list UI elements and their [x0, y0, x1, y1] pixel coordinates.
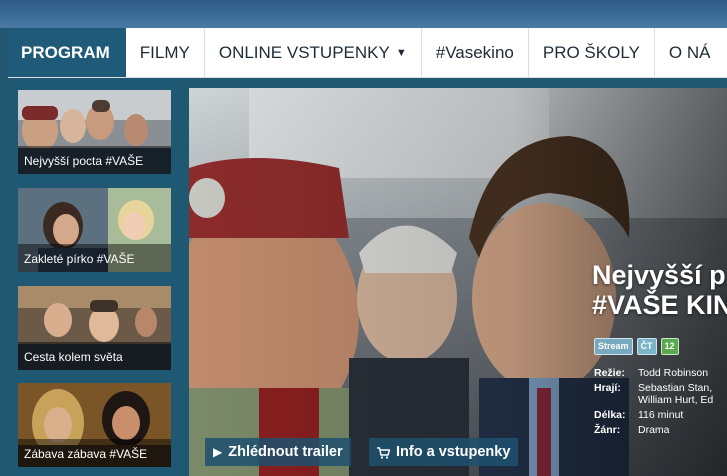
film-title: Cesta kolem světa [24, 350, 123, 364]
nav-item-filmy[interactable]: FILMY [126, 28, 205, 77]
film-thumbnail[interactable]: Nejvyšší pocta #VAŠE [18, 90, 171, 174]
main-nav: PROGRAM FILMY ONLINE VSTUPENKY ▼ #Vasekin… [8, 28, 727, 78]
nav-item-vasekino[interactable]: #Vasekino [422, 28, 529, 77]
film-sidebar: Nejvyšší pocta #VAŠE Zakleté pírko #VAŠE… [8, 78, 184, 476]
film-title: Zábava zábava #VAŠE [24, 447, 148, 461]
detail-cast: Hrají: Sebastian Stan, William Hurt, Ed [594, 382, 714, 406]
film-title: Zakleté pírko #VAŠE [24, 252, 135, 266]
detail-length: Délka: 116 minut [594, 409, 684, 421]
top-banner [0, 0, 727, 28]
featured-film-hero: Nejvyšší p #VAŠE KIN Stream ČT 12 Režie:… [189, 88, 727, 476]
film-title: Nejvyšší pocta #VAŠE [24, 154, 144, 168]
nav-item-pro-skoly[interactable]: PRO ŠKOLY [529, 28, 655, 77]
nav-item-program[interactable]: PROGRAM [8, 28, 126, 77]
cart-icon [377, 445, 391, 459]
film-badges: Stream ČT 12 [594, 338, 679, 355]
info-tickets-button[interactable]: Info a vstupenky [369, 438, 519, 466]
stream-badge: Stream [594, 338, 633, 355]
ct-badge: ČT [636, 338, 657, 355]
age-rating-badge: 12 [660, 338, 679, 355]
chevron-down-icon: ▼ [395, 46, 407, 59]
detail-director: Režie: Todd Robinson [594, 367, 709, 379]
nav-item-o-nas[interactable]: O NÁ [655, 28, 725, 77]
film-thumbnail[interactable]: Zábava zábava #VAŠE [18, 383, 171, 467]
watch-trailer-button[interactable]: ▶ Zhlédnout trailer [205, 438, 351, 466]
film-thumbnail[interactable]: Zakleté pírko #VAŠE [18, 188, 171, 272]
hero-film-title[interactable]: Nejvyšší p #VAŠE KIN [592, 260, 727, 320]
film-details: Režie: Todd Robinson Hrají: Sebastian Stan… [594, 367, 727, 439]
nav-item-online-vstupenky[interactable]: ONLINE VSTUPENKY ▼ [205, 28, 422, 77]
detail-genre: Žánr: Drama [594, 424, 670, 436]
film-thumbnail[interactable]: Cesta kolem světa [18, 286, 171, 370]
play-icon: ▶ [213, 445, 223, 459]
